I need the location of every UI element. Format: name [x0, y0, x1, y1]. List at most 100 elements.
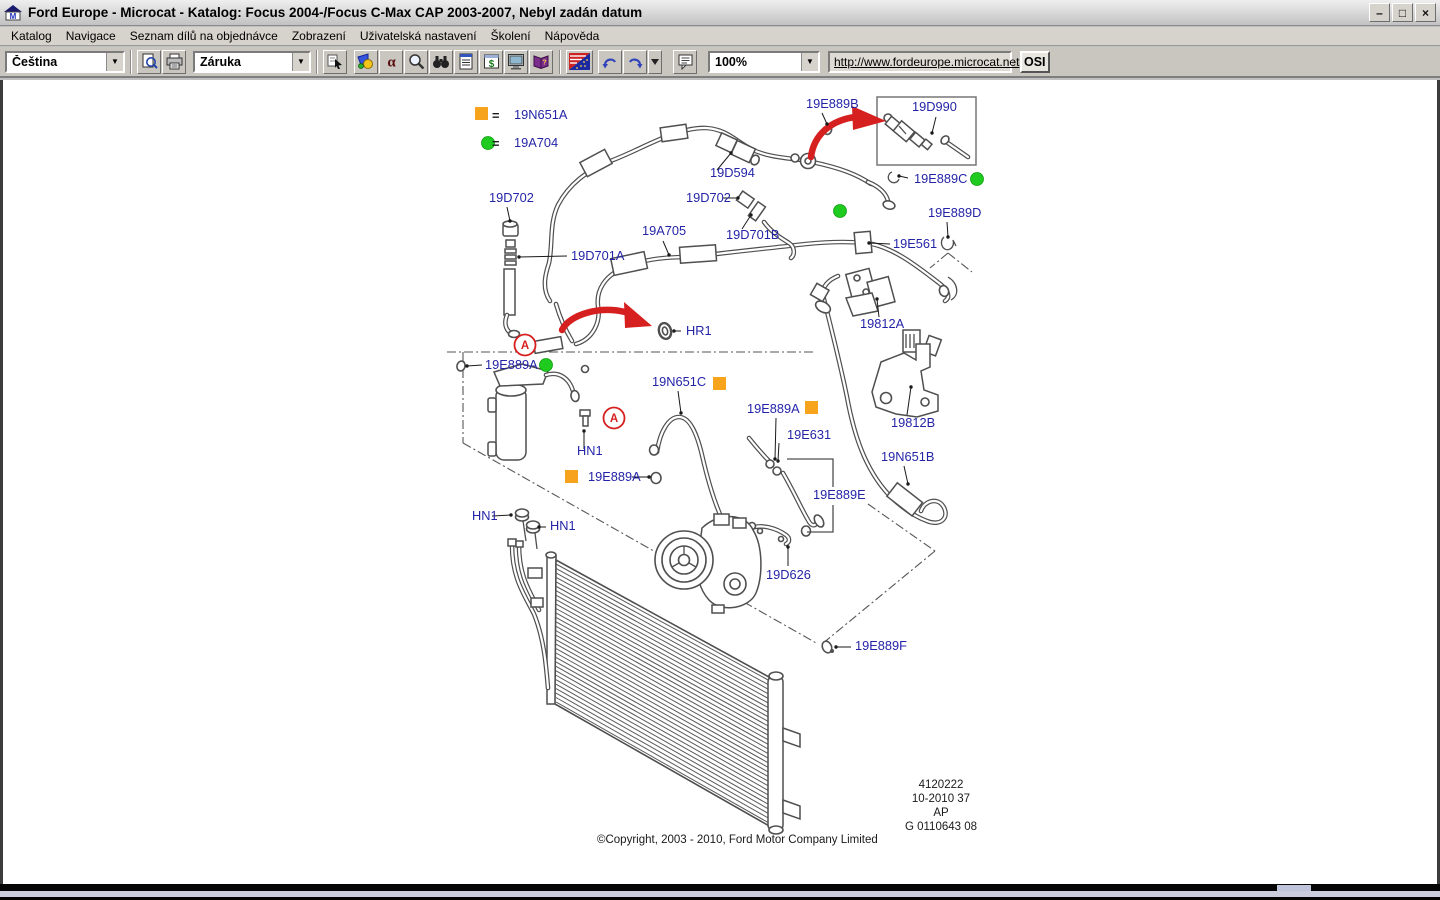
bottom-edge-bar: [0, 884, 1440, 900]
legend-equals: =: [492, 136, 499, 151]
menu-item-7[interactable]: Nápověda: [538, 27, 607, 45]
pick-tool-button[interactable]: [323, 50, 347, 74]
part-label[interactable]: 19E889D: [928, 205, 981, 220]
find-button[interactable]: [429, 50, 453, 74]
close-button[interactable]: ×: [1415, 3, 1436, 22]
part-label[interactable]: 19812A: [860, 316, 905, 331]
part-label[interactable]: 19N651A: [514, 107, 568, 122]
pick-tool-icon: [327, 53, 344, 70]
menu-item-4[interactable]: Zobrazení: [285, 27, 353, 45]
chevron-down-icon[interactable]: ▼: [801, 53, 818, 71]
orange-square-marker[interactable]: [805, 401, 818, 414]
region-flag-button[interactable]: [566, 50, 593, 74]
menu-item-5[interactable]: Uživatelská nastavení: [353, 27, 484, 45]
part-label[interactable]: 19A704: [514, 135, 558, 150]
part-label[interactable]: 19N651C: [652, 374, 706, 389]
chevron-down-icon[interactable]: ▼: [292, 53, 309, 71]
leader-dot: [909, 385, 912, 388]
dash-dot-line: [822, 551, 935, 644]
feedback-note-button[interactable]: [673, 50, 697, 74]
menu-item-6[interactable]: Školení: [484, 27, 538, 45]
leader-dot: [776, 459, 779, 462]
zoom-tool-button[interactable]: [404, 50, 428, 74]
legend-equals: =: [492, 108, 499, 123]
plate-line: 10-2010 37: [912, 793, 970, 805]
chevron-down-icon[interactable]: ▼: [106, 53, 123, 71]
leader-line: [467, 365, 482, 366]
undo-icon: [601, 53, 619, 70]
parts-list-icon: [458, 53, 475, 70]
menu-item-1[interactable]: Katalog: [4, 27, 59, 45]
part-label[interactable]: 19D702: [489, 190, 534, 205]
parts-list-button[interactable]: [454, 50, 478, 74]
part-label[interactable]: 19E561: [893, 236, 937, 251]
leader-line: [519, 256, 567, 257]
part-label[interactable]: 19E889B: [806, 96, 859, 111]
part-label[interactable]: 19N651B: [881, 449, 934, 464]
monitor-icon: [507, 53, 525, 70]
taskbar-stripe: [0, 891, 1440, 897]
part-label[interactable]: 19D702: [686, 190, 731, 205]
part-label[interactable]: HR1: [686, 323, 712, 338]
monitor-button[interactable]: [504, 50, 528, 74]
part-label[interactable]: 19D701A: [571, 248, 625, 263]
leader-line: [663, 241, 669, 255]
orange-square-marker[interactable]: [713, 377, 726, 390]
part-label[interactable]: 19E889A: [485, 357, 538, 372]
undo-button[interactable]: [598, 50, 622, 74]
section-marker-letter: A: [521, 340, 529, 352]
svg-text:α: α: [387, 55, 396, 71]
part-label[interactable]: HN1: [577, 443, 603, 458]
feedback-note-icon: [677, 53, 694, 70]
green-dot-marker[interactable]: [540, 359, 553, 372]
part-label[interactable]: 19D701B: [726, 227, 779, 242]
part-label[interactable]: 19A705: [642, 223, 686, 238]
microcat-window: M Ford Europe - Microcat - Katalog: Focu…: [0, 0, 1440, 900]
part-label[interactable]: 19812B: [891, 415, 935, 430]
svg-text:$: $: [488, 59, 494, 70]
orange-square-marker[interactable]: [475, 107, 488, 120]
part-label[interactable]: 19E889F: [855, 638, 907, 653]
chevron-down-icon: [651, 59, 659, 65]
osi-button[interactable]: OSI: [1020, 51, 1050, 73]
leader-dot: [736, 196, 739, 199]
green-dot-marker[interactable]: [971, 173, 984, 186]
leader-dot: [786, 545, 789, 548]
url-link[interactable]: http://www.fordeurope.microcat.net: [834, 55, 1019, 69]
language-select[interactable]: Čeština ▼: [5, 51, 125, 73]
print-preview-button[interactable]: [137, 50, 161, 74]
redo-dropdown-button[interactable]: [648, 50, 662, 74]
menu-item-2[interactable]: Navigace: [59, 27, 123, 45]
minimize-button[interactable]: –: [1369, 3, 1390, 22]
print-button[interactable]: [162, 50, 186, 74]
part-label[interactable]: 19D626: [766, 567, 811, 582]
part-label[interactable]: 19D990: [912, 99, 957, 114]
warranty-select[interactable]: Záruka ▼: [193, 51, 311, 73]
part-label[interactable]: 19E889A: [588, 469, 641, 484]
leader-dot: [672, 329, 675, 332]
url-field[interactable]: http://www.fordeurope.microcat.net: [828, 51, 1012, 73]
part-label[interactable]: 19E889C: [914, 171, 967, 186]
part-identification-button[interactable]: [354, 50, 378, 74]
copyright-text: ©Copyright, 2003 - 2010, Ford Motor Comp…: [597, 834, 878, 846]
zoom-select[interactable]: 100% ▼: [708, 51, 820, 73]
part-label[interactable]: 19E889E: [813, 487, 866, 502]
part-label[interactable]: 19E631: [787, 427, 831, 442]
svg-text:M: M: [10, 12, 17, 21]
part-label[interactable]: HN1: [472, 508, 498, 523]
green-dot-marker[interactable]: [834, 205, 847, 218]
leader-dot: [825, 122, 828, 125]
dash-dot-line: [948, 253, 972, 272]
maximize-button[interactable]: □: [1392, 3, 1413, 22]
part-label[interactable]: 19E889A: [747, 401, 800, 416]
orange-square-marker[interactable]: [565, 470, 578, 483]
leader-line: [507, 207, 510, 221]
menu-item-3[interactable]: Seznam dílů na objednávce: [123, 27, 285, 45]
part-label[interactable]: 19D594: [710, 165, 755, 180]
redo-button[interactable]: [623, 50, 647, 74]
part-label[interactable]: HN1: [550, 518, 576, 533]
svg-text:?: ?: [542, 60, 546, 67]
alpha-index-button[interactable]: α: [379, 50, 403, 74]
price-button[interactable]: $: [479, 50, 503, 74]
help-book-button[interactable]: ?: [529, 50, 553, 74]
